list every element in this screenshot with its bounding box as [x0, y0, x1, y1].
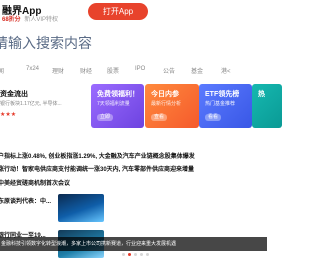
scrolling-news-toast[interactable]: 金融科技引领数字化转型浪潮，多家上市公司携新赛道，行业迎来重大发展机遇 — [0, 237, 267, 251]
news-headline[interactable]: 涨行动！智家电供应商支付能调统一涨30天内, 汽车零部件供应商迎来增量 — [0, 164, 265, 173]
news-headline[interactable]: 户指标上涨0.48%, 创业板指涨1.29%, 大金融及汽车产业链概念股集体爆发 — [0, 151, 265, 160]
card-title: 资金流出 — [0, 91, 28, 98]
carousel-dot[interactable] — [122, 253, 125, 256]
card-subtitle: 最新行情分析 — [151, 101, 182, 107]
card-title: 今日内参 — [151, 91, 179, 98]
card-subtitle: 热门基金推荐 — [205, 101, 236, 107]
carousel-dot[interactable] — [140, 253, 143, 256]
card-subtitle: 7天领福利流量 — [97, 101, 130, 107]
carousel-dot[interactable] — [146, 253, 149, 256]
rating-stars-icon: ★★★ — [0, 112, 17, 118]
article-title[interactable]: 东原谈判代表：中... — [0, 196, 51, 205]
tab-hk[interactable]: 港< — [221, 66, 231, 75]
open-app-button[interactable]: 打开App — [88, 3, 148, 20]
tab-wealth[interactable]: 理财 — [52, 66, 64, 75]
promo-text: 68折分 — [2, 17, 21, 23]
card-etf-leaders[interactable]: ETF领先榜 热门基金推荐 看看 — [199, 84, 252, 128]
card-title: ETF领先榜 — [205, 91, 240, 98]
carousel-dots — [122, 253, 149, 256]
tab-ipo[interactable]: IPO — [135, 66, 145, 72]
app-promo-tag: 68折分 新人VIP特权 — [2, 14, 58, 23]
app-download-banner: 融界App 68折分 新人VIP特权 打开App — [0, 0, 267, 26]
card-action: 查看 — [151, 114, 168, 121]
carousel-dot-active[interactable] — [128, 253, 131, 256]
card-fund-flow[interactable]: 资金流出 银行板块1.17亿元, 半导体... ★★★ — [0, 84, 82, 128]
tab-news[interactable]: 闻 — [0, 66, 4, 75]
feature-cards: 资金流出 银行板块1.17亿元, 半导体... ★★★ 免费领福利！ 7天领福利… — [0, 84, 282, 128]
tab-finance[interactable]: 财经 — [80, 66, 92, 75]
card-title: 热 — [258, 91, 265, 98]
carousel-dot[interactable] — [134, 253, 137, 256]
card-action: 看看 — [205, 114, 222, 121]
card-subtitle: 银行板块1.17亿元, 半导体... — [0, 101, 62, 107]
news-headline[interactable]: 中美经贸磋商机制首次会议 — [0, 178, 265, 187]
tab-funds[interactable]: 基金 — [191, 66, 203, 75]
card-title: 免费领福利！ — [97, 91, 139, 98]
card-hot[interactable]: 热 — [252, 84, 282, 128]
search-input[interactable]: 请输入搜索内容 — [0, 33, 274, 57]
card-free-benefits[interactable]: 免费领福利！ 7天领福利流量 立即 — [91, 84, 144, 128]
card-daily-brief[interactable]: 今日内参 最新行情分析 查看 — [145, 84, 199, 128]
promo-subtext: 新人VIP特权 — [24, 17, 59, 23]
category-tabs: 闻 7x24 理财 财经 股票 IPO 公告 基金 港< — [0, 66, 267, 78]
tab-stocks[interactable]: 股票 — [107, 66, 119, 75]
article-thumbnail[interactable] — [58, 194, 104, 222]
card-action: 立即 — [97, 114, 114, 121]
tab-notices[interactable]: 公告 — [163, 66, 175, 75]
tab-7x24[interactable]: 7x24 — [26, 66, 39, 72]
